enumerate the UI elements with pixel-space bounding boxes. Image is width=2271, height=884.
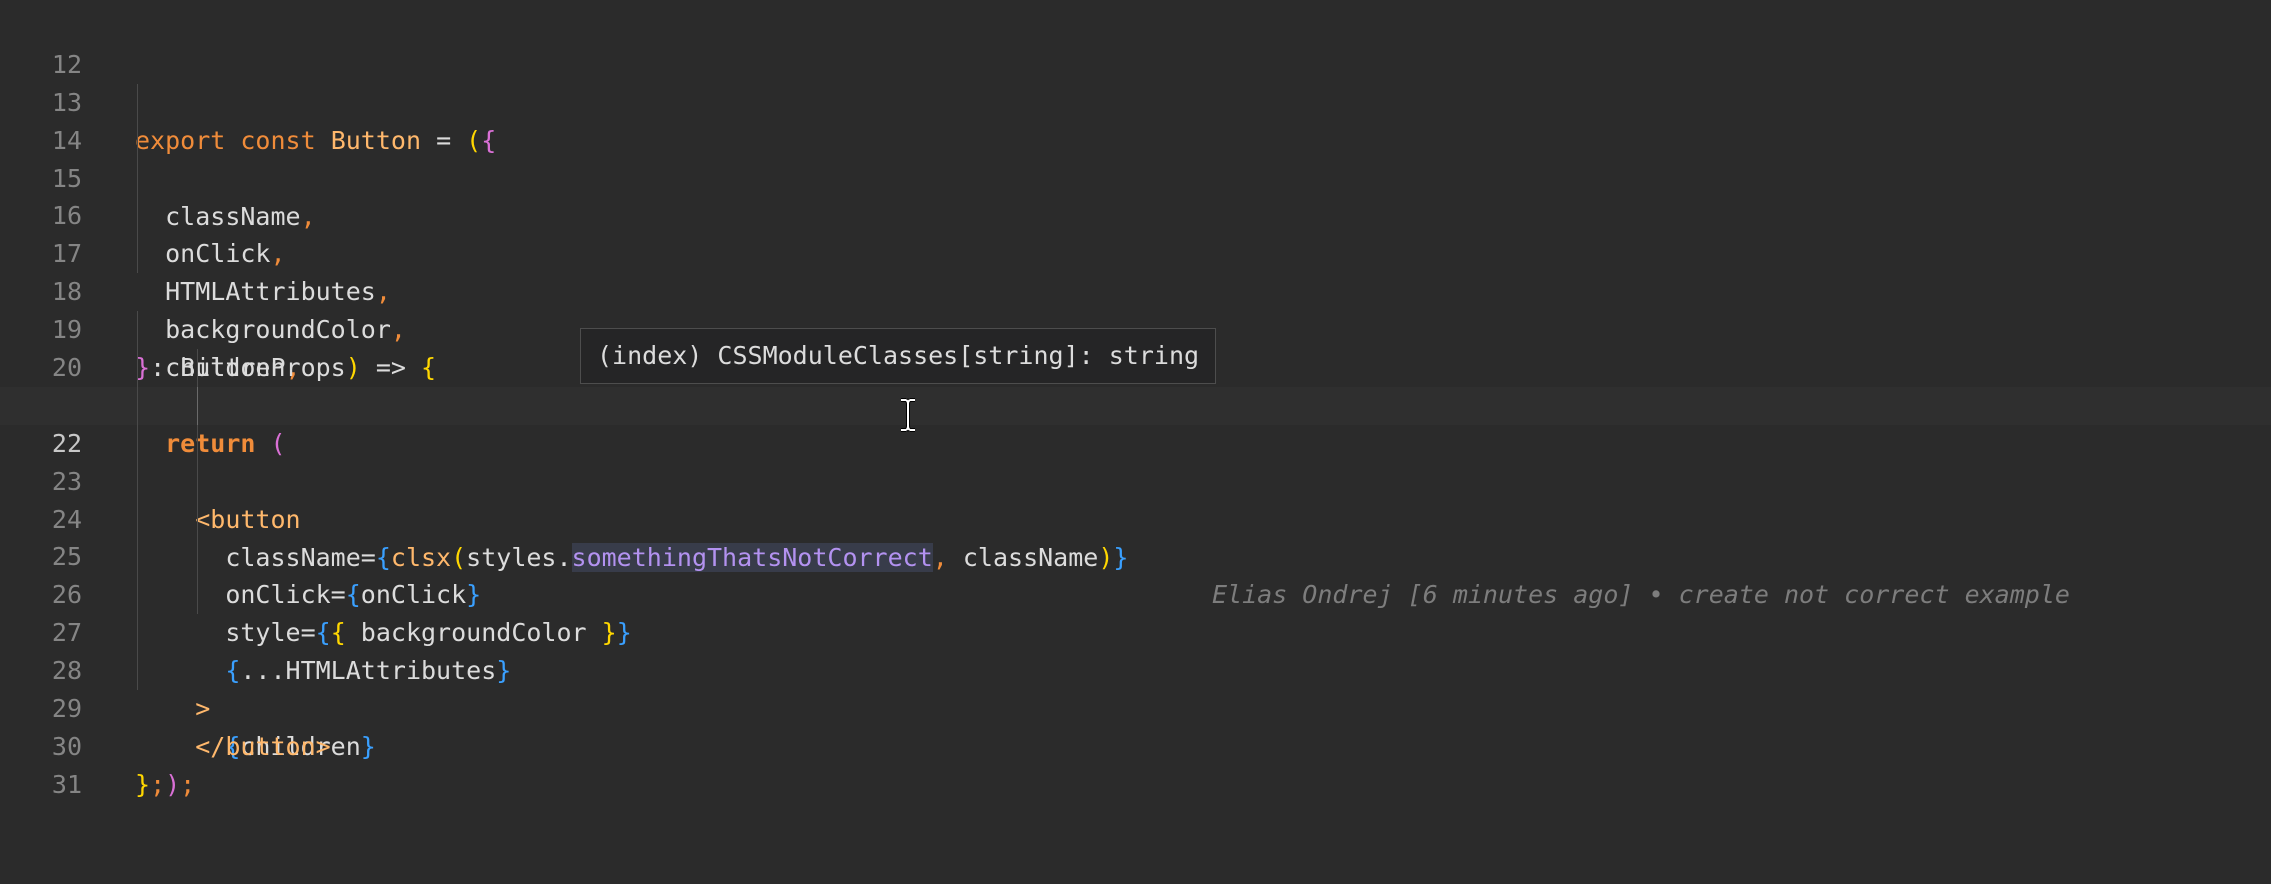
- code-line[interactable]: 25 {...HTMLAttributes}: [0, 500, 2271, 685]
- code-line[interactable]: 31: [0, 728, 2271, 799]
- indent-guide: [197, 349, 198, 387]
- indent-guide: [197, 538, 198, 577]
- i-beam-text-cursor-icon: [901, 398, 915, 432]
- indent-guide: [137, 652, 138, 691]
- code-line[interactable]: 27 {children}: [0, 576, 2271, 761]
- code-line[interactable]: 23 onClick={onClick}: [0, 424, 2271, 609]
- indent-guide: [137, 83, 138, 122]
- indent-guide: [197, 500, 198, 539]
- indent-guide: [137, 614, 138, 653]
- code-line[interactable]: 16 HTMLAttributes,: [0, 159, 2271, 306]
- indent-guide: [137, 538, 138, 577]
- indent-guide-active: [197, 386, 198, 425]
- indent-guide: [197, 424, 198, 463]
- indent-guide: [137, 424, 138, 463]
- indent-guide: [137, 462, 138, 501]
- code-editor[interactable]: 12 13 export const Button = ({ 14 classN…: [0, 8, 2271, 799]
- code-line[interactable]: 17 backgroundColor,: [0, 197, 2271, 344]
- code-text: };: [135, 766, 165, 804]
- code-line[interactable]: 26 >: [0, 538, 2271, 723]
- semicolon: ;: [150, 769, 166, 799]
- indent-guide: [197, 576, 198, 615]
- bracket: ): [165, 769, 181, 799]
- semicolon: ;: [180, 769, 196, 799]
- code-line[interactable]: 15 onClick,: [0, 121, 2271, 268]
- code-line[interactable]: 13 export const Button = ({: [0, 46, 2271, 155]
- indent-guide: [137, 235, 138, 274]
- code-line-current[interactable]: 22 className={clsx(styles.somethingThats…: [0, 386, 2271, 609]
- indent-guide: [137, 500, 138, 539]
- indent-guide: [137, 197, 138, 236]
- indent-guide: [137, 121, 138, 160]
- code-line[interactable]: 29 );: [0, 652, 2271, 799]
- code-line[interactable]: 28 </button>: [0, 614, 2271, 761]
- indent-guide: [137, 386, 138, 425]
- indent-guide: [137, 349, 138, 387]
- code-line[interactable]: 19 }: ButtonProps) => {: [0, 273, 2271, 382]
- indent-guide: [137, 159, 138, 198]
- code-line[interactable]: 24 style={{ backgroundColor }}: [0, 462, 2271, 647]
- code-line[interactable]: 12: [0, 8, 2271, 79]
- code-line[interactable]: 14 className,: [0, 83, 2271, 231]
- bracket: }: [135, 769, 151, 799]
- code-line[interactable]: 18 children,: [0, 235, 2271, 382]
- code-line[interactable]: 30 };: [0, 690, 2271, 799]
- indent-guide: [137, 576, 138, 615]
- hover-tooltip: (index) CSSModuleClasses[string]: string: [580, 328, 1217, 384]
- indent-guide: [137, 311, 138, 350]
- indent-guide: [197, 462, 198, 501]
- line-number: 31: [51, 769, 82, 799]
